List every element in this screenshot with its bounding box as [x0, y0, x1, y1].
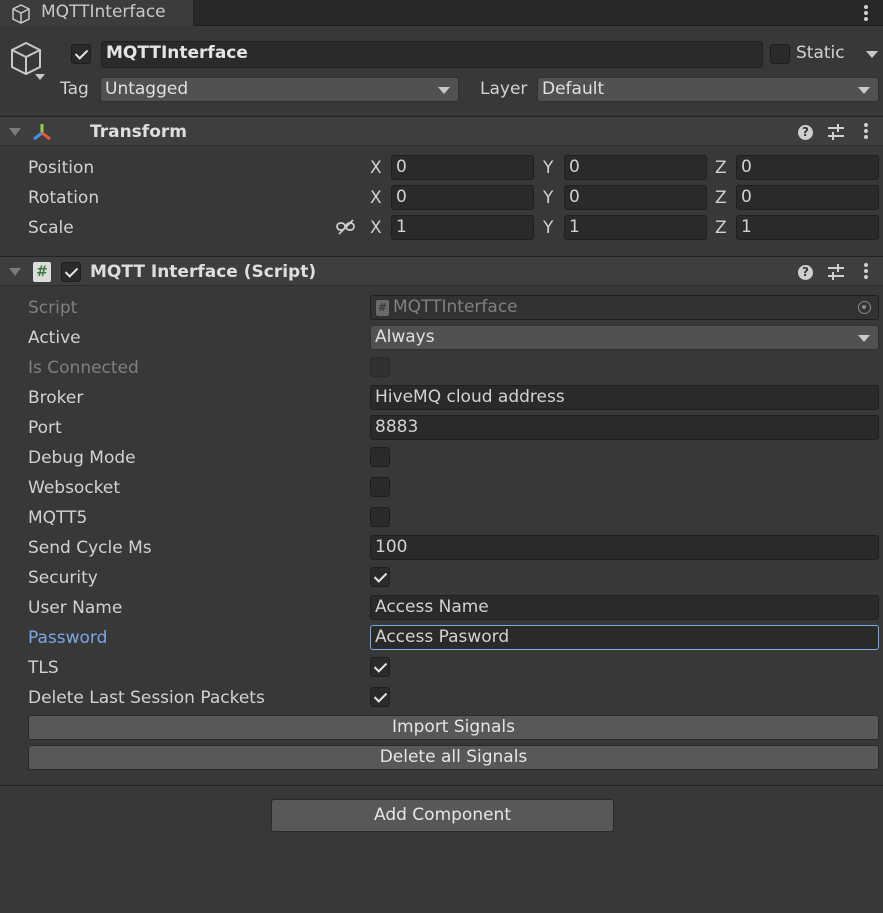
tab-inspector[interactable]: MQTTInterface — [0, 0, 194, 26]
chevron-down-icon[interactable] — [866, 51, 878, 58]
position-label: Position — [28, 158, 95, 178]
tab-title: MQTTInterface — [41, 2, 166, 22]
position-x-label[interactable]: X — [370, 158, 382, 178]
rotation-x-field[interactable]: 0 — [391, 185, 534, 210]
broker-field[interactable]: HiveMQ cloud address — [370, 385, 879, 410]
broker-label: Broker — [28, 388, 84, 408]
position-y-label[interactable]: Y — [543, 158, 553, 178]
position-y-field[interactable]: 0 — [564, 155, 707, 180]
help-icon[interactable]: ? — [798, 265, 813, 280]
websocket-label: Websocket — [28, 478, 121, 498]
component-divider — [0, 785, 883, 786]
active-label: Active — [28, 328, 81, 348]
websocket-checkbox[interactable] — [370, 477, 390, 497]
scale-z-label[interactable]: Z — [715, 218, 727, 238]
script-component-title: MQTT Interface (Script) — [90, 262, 317, 282]
foldout-arrow-icon[interactable] — [9, 128, 21, 136]
chevron-down-icon — [438, 87, 450, 94]
static-checkbox[interactable] — [770, 44, 790, 64]
static-label: Static — [796, 43, 845, 63]
layer-value: Default — [542, 79, 605, 99]
scale-x-field[interactable]: 1 — [391, 215, 534, 240]
active-value: Always — [375, 327, 435, 347]
tab-bar: MQTTInterface — [0, 0, 883, 26]
rotation-y-label[interactable]: Y — [543, 188, 553, 208]
scale-label: Scale — [28, 218, 74, 238]
chevron-down-icon — [858, 335, 870, 342]
add-component-button[interactable]: Add Component — [271, 799, 614, 832]
debug-mode-checkbox[interactable] — [370, 447, 390, 467]
scale-x-label[interactable]: X — [370, 218, 382, 238]
rotation-y-field[interactable]: 0 — [564, 185, 707, 210]
password-label: Password — [28, 628, 108, 648]
position-z-label[interactable]: Z — [715, 158, 727, 178]
cube-icon — [12, 4, 30, 24]
port-field[interactable]: 8883 — [370, 415, 879, 440]
username-label: User Name — [28, 598, 123, 618]
security-label: Security — [28, 568, 98, 588]
foldout-arrow-icon[interactable] — [9, 268, 21, 276]
debug-mode-label: Debug Mode — [28, 448, 136, 468]
rotation-z-field[interactable]: 0 — [736, 185, 879, 210]
mqtt5-checkbox[interactable] — [370, 507, 390, 527]
password-field[interactable]: Access Pasword — [370, 625, 879, 650]
object-picker-icon — [858, 301, 871, 314]
transform-title: Transform — [90, 122, 187, 142]
script-enabled-checkbox[interactable] — [61, 262, 81, 282]
scale-y-label[interactable]: Y — [543, 218, 553, 238]
script-reference-value: MQTTInterface — [393, 297, 518, 317]
rotation-x-label[interactable]: X — [370, 188, 382, 208]
constrain-proportions-icon[interactable] — [336, 219, 356, 235]
script-label: Script — [28, 298, 78, 318]
kebab-menu-icon[interactable] — [864, 123, 868, 141]
scale-z-field[interactable]: 1 — [736, 215, 879, 240]
tls-checkbox[interactable] — [370, 657, 390, 677]
delete-last-session-label: Delete Last Session Packets — [28, 688, 265, 708]
rotation-z-label[interactable]: Z — [715, 188, 727, 208]
security-checkbox[interactable] — [370, 567, 390, 587]
kebab-menu-icon[interactable] — [864, 263, 868, 281]
tag-label: Tag — [60, 79, 89, 99]
csharp-script-icon: # — [376, 300, 389, 316]
tls-label: TLS — [28, 658, 59, 678]
import-signals-button[interactable]: Import Signals — [28, 715, 879, 740]
transform-axes-icon — [33, 124, 51, 141]
layer-label: Layer — [480, 79, 528, 99]
transform-header[interactable]: Transform ? — [0, 116, 883, 146]
active-dropdown[interactable]: Always — [370, 325, 879, 350]
username-field[interactable]: Access Name — [370, 595, 879, 620]
send-cycle-label: Send Cycle Ms — [28, 538, 152, 558]
cube-icon[interactable] — [9, 40, 45, 82]
help-icon[interactable]: ? — [798, 125, 813, 140]
delete-last-session-checkbox[interactable] — [370, 687, 390, 707]
csharp-script-icon: # — [33, 262, 51, 282]
mqtt5-label: MQTT5 — [28, 508, 88, 528]
is-connected-label: Is Connected — [28, 358, 139, 378]
sliders-icon[interactable] — [827, 264, 845, 280]
send-cycle-field[interactable]: 100 — [370, 535, 879, 560]
chevron-down-icon — [858, 87, 870, 94]
delete-all-signals-button[interactable]: Delete all Signals — [28, 745, 879, 770]
script-component-header[interactable]: # MQTT Interface (Script) ? — [0, 256, 883, 286]
scale-y-field[interactable]: 1 — [564, 215, 707, 240]
object-active-checkbox[interactable] — [71, 44, 91, 64]
layer-dropdown[interactable]: Default — [537, 77, 879, 102]
tag-value: Untagged — [105, 79, 189, 99]
kebab-menu-icon[interactable] — [864, 5, 868, 23]
tag-dropdown[interactable]: Untagged — [100, 77, 459, 102]
object-name-field[interactable]: MQTTInterface — [101, 41, 763, 68]
position-z-field[interactable]: 0 — [736, 155, 879, 180]
port-label: Port — [28, 418, 62, 438]
script-reference-field: # MQTTInterface — [370, 295, 879, 320]
sliders-icon[interactable] — [827, 124, 845, 140]
rotation-label: Rotation — [28, 188, 100, 208]
position-x-field[interactable]: 0 — [391, 155, 534, 180]
is-connected-checkbox — [370, 357, 390, 377]
